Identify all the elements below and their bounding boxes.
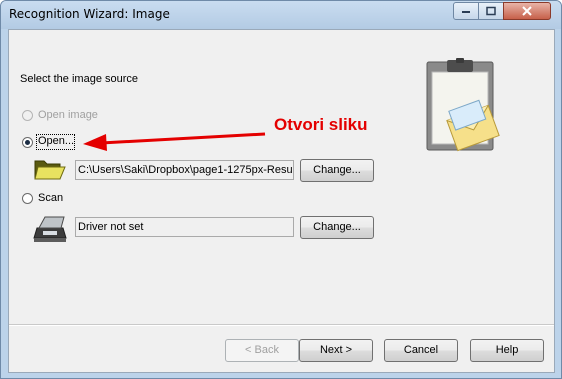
folder-icon — [34, 160, 66, 180]
wizard-content: Select the image source Open image Open.… — [8, 29, 555, 373]
minimize-button[interactable] — [453, 2, 479, 20]
window-title: Recognition Wizard: Image — [9, 7, 170, 21]
change-open-button[interactable]: Change... — [300, 159, 374, 182]
open-label[interactable]: Open... — [38, 135, 74, 147]
close-button[interactable] — [503, 2, 551, 20]
help-button[interactable]: Help — [470, 339, 544, 362]
open-path-field[interactable]: C:\Users\Saki\Dropbox\page1-1275px-Resu — [75, 160, 294, 180]
footer-separator — [9, 324, 554, 326]
minimize-icon — [462, 11, 470, 13]
title-bar[interactable]: Recognition Wizard: Image — [1, 1, 561, 29]
next-button[interactable]: Next > — [299, 339, 373, 362]
arrow-icon — [83, 132, 266, 151]
scan-label[interactable]: Scan — [38, 192, 63, 204]
scanner-icon — [33, 216, 67, 242]
maximize-icon — [486, 6, 496, 16]
annotation-text: Otvori sliku — [274, 115, 368, 134]
open-radio[interactable] — [22, 137, 33, 148]
scan-radio[interactable] — [22, 193, 33, 204]
page-heading: Select the image source — [20, 73, 139, 85]
close-icon — [522, 6, 532, 16]
scan-driver-field[interactable]: Driver not set — [75, 217, 294, 237]
change-scan-button[interactable]: Change... — [300, 216, 374, 239]
open-image-radio[interactable] — [22, 110, 33, 121]
cancel-button[interactable]: Cancel — [384, 339, 458, 362]
wizard-window: Recognition Wizard: Image Select the ima… — [0, 0, 562, 379]
clipboard-envelope-icon — [426, 58, 500, 152]
maximize-button[interactable] — [478, 2, 504, 20]
open-image-label: Open image — [38, 109, 98, 121]
back-button[interactable]: < Back — [225, 339, 299, 362]
